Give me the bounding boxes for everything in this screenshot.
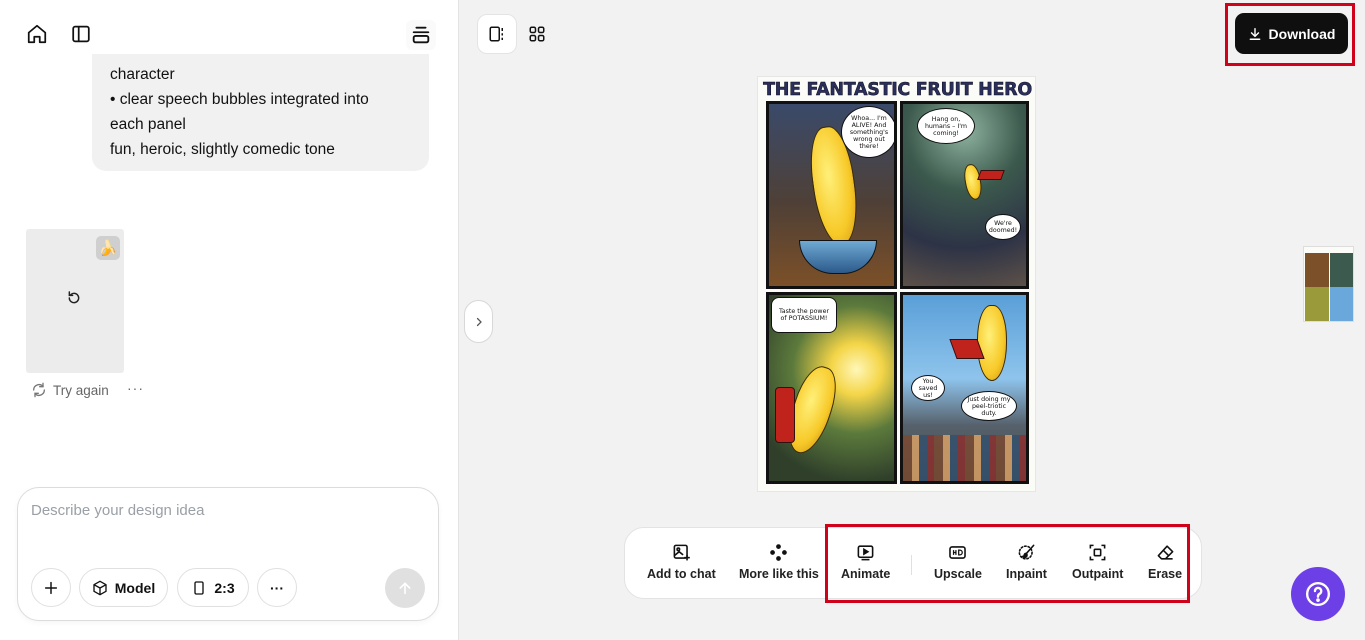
single-view-icon (489, 26, 503, 42)
comic-thumbnail[interactable] (1303, 246, 1354, 322)
nodes-icon (770, 544, 788, 561)
chat-panel: character • clear speech bubbles integra… (0, 0, 459, 640)
speech-bubble: Taste the power of POTASSIUM! (771, 297, 837, 333)
portrait-ratio-icon (194, 580, 205, 595)
speech-bubble: Just doing my peel-triotic duty. (961, 391, 1017, 421)
download-button[interactable]: Download (1235, 13, 1348, 54)
thumbnail-panel (1330, 287, 1353, 321)
more-like-this-button[interactable]: More like this (739, 543, 819, 581)
prompt-composer: Model 2:3 ··· (17, 487, 439, 621)
comic-title: THE FANTASTIC FRUIT HERO (763, 80, 1033, 101)
banana-hero (961, 162, 985, 202)
user-message-bubble: character • clear speech bubbles integra… (92, 54, 429, 171)
comic-panel-1: Whoa... I'm ALIVE! And something's wrong… (766, 101, 897, 289)
speech-bubble: You saved us! (911, 375, 945, 401)
tool-label: Add to chat (647, 567, 716, 581)
cube-icon (93, 580, 107, 595)
comic-panel-2: Hang on, humans – I'm coming! We're doom… (900, 101, 1029, 289)
download-icon (1249, 27, 1260, 40)
chevron-right-icon (476, 317, 482, 326)
tool-label: More like this (739, 567, 819, 581)
plus-icon (44, 581, 58, 594)
sidebar-icon (72, 25, 90, 43)
model-selector-button[interactable]: Model (79, 568, 168, 607)
arrow-up-icon (399, 582, 411, 595)
home-button[interactable] (25, 22, 49, 46)
tools-highlight-box (825, 524, 1190, 603)
more-dots-icon: ··· (270, 579, 284, 596)
speech-bubble: We're doomed! (985, 214, 1021, 240)
layers-button[interactable] (406, 20, 436, 50)
home-icon (27, 24, 47, 44)
message-line: each panel (110, 116, 186, 133)
cape (775, 387, 795, 443)
thumbnail-panel (1305, 287, 1329, 321)
add-attachment-button[interactable] (31, 568, 71, 607)
model-label: Model (114, 579, 156, 596)
message-line: • clear speech bubbles integrated into (110, 91, 369, 108)
comic-panel-4: You saved us! Just doing my peel-triotic… (900, 292, 1029, 484)
expand-panel-button[interactable] (464, 300, 493, 343)
comic-panel-3: Taste the power of POTASSIUM! (766, 292, 897, 484)
ratio-label: 2:3 (214, 579, 235, 596)
composer-more-button[interactable]: ··· (257, 568, 297, 607)
layers-icon (412, 26, 430, 44)
generation-more-button[interactable]: ··· (127, 380, 144, 396)
prompt-input[interactable] (31, 502, 421, 519)
message-line: character (110, 66, 175, 83)
generation-placeholder[interactable]: 🍌 (26, 229, 124, 373)
try-again-button[interactable]: Try again (31, 382, 109, 398)
banana-model-badge: 🍌 (96, 236, 120, 260)
grid-icon (529, 26, 545, 42)
help-button[interactable] (1291, 567, 1345, 621)
retry-icon (33, 382, 45, 398)
image-plus-icon (673, 544, 690, 561)
thumbnail-panel (1330, 253, 1353, 288)
add-to-chat-button[interactable]: Add to chat (647, 543, 716, 581)
cape (977, 170, 1005, 180)
speech-bubble: Whoa... I'm ALIVE! And something's wrong… (841, 106, 894, 158)
help-icon (1305, 581, 1331, 607)
download-label: Download (1268, 25, 1336, 42)
message-line: fun, heroic, slightly comedic tone (110, 141, 335, 158)
single-view-button[interactable] (477, 14, 517, 54)
sidebar-toggle-button[interactable] (69, 22, 93, 46)
send-button[interactable] (385, 568, 425, 608)
speech-bubble: Hang on, humans – I'm coming! (917, 108, 975, 144)
generated-comic-image[interactable]: THE FANTASTIC FRUIT HERO Whoa... I'm ALI… (757, 76, 1036, 492)
try-again-label: Try again (53, 382, 109, 398)
crowd (903, 435, 1026, 481)
thumbnail-panel (1305, 253, 1329, 288)
refresh-icon (68, 291, 80, 304)
bowl (799, 240, 877, 274)
grid-view-button[interactable] (522, 14, 552, 54)
banana-hero (977, 305, 1007, 381)
aspect-ratio-button[interactable]: 2:3 (177, 568, 249, 607)
